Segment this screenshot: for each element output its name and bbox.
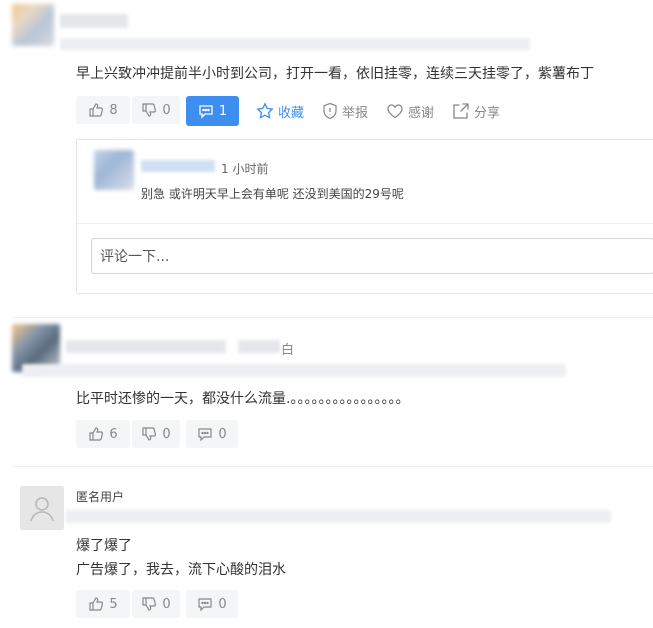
dislike-button[interactable]: 0 — [132, 420, 180, 448]
like-count: 6 — [109, 426, 118, 442]
reply-count: 0 — [218, 596, 227, 612]
shield-icon — [323, 102, 337, 120]
dislike-button[interactable]: 0 — [132, 96, 180, 124]
username-redacted — [60, 14, 128, 28]
comment-text: 早上兴致冲冲提前半小时到公司，打开一看，依旧挂零，连续三天挂零了，紫薯布丁 — [76, 66, 594, 82]
reply-toggle-button[interactable]: 1 — [186, 96, 239, 126]
reply-count: 0 — [218, 426, 227, 442]
comment-bubble-icon — [198, 598, 212, 612]
thumbs-up-icon — [89, 427, 104, 441]
like-button[interactable]: 6 — [76, 420, 130, 448]
reply-divider — [77, 223, 653, 224]
favorite-button[interactable]: 收藏 — [256, 97, 304, 125]
heart-icon — [387, 104, 403, 119]
username-redacted — [238, 340, 280, 353]
reply-text: 别急 或许明天早上会有单呢 还没到美国的29号呢 — [141, 187, 404, 201]
like-button[interactable]: 8 — [76, 96, 130, 124]
author-name: 匿名用户 — [76, 490, 125, 504]
reply-time: 1 小时前 — [221, 162, 269, 176]
comment-text-line: 广告爆了，我去，流下心酸的泪水 — [76, 562, 286, 578]
user-meta-redacted — [66, 510, 611, 523]
reply-toggle-button[interactable]: 0 — [186, 420, 238, 448]
reply-avatar[interactable] — [94, 150, 134, 190]
thumbs-up-icon — [89, 103, 104, 117]
report-button[interactable]: 举报 — [322, 97, 368, 125]
username-redacted — [66, 340, 226, 353]
thumbs-down-icon — [142, 597, 157, 611]
star-icon — [256, 102, 274, 119]
reply-input[interactable]: 评论一下... — [91, 238, 653, 274]
share-button[interactable]: 分享 — [452, 97, 500, 125]
avatar[interactable] — [12, 4, 54, 46]
reply-toggle-button[interactable]: 0 — [186, 590, 238, 618]
favorite-label: 收藏 — [278, 105, 305, 121]
user-meta-redacted — [22, 364, 566, 377]
thumbs-down-icon — [142, 103, 157, 117]
avatar[interactable] — [20, 486, 64, 530]
like-count: 5 — [109, 596, 118, 612]
reply-username-redacted — [141, 160, 215, 172]
comment-divider — [12, 317, 653, 318]
dislike-count: 0 — [162, 426, 171, 442]
comment-bubble-icon — [198, 428, 212, 442]
share-label: 分享 — [474, 105, 501, 121]
like-button[interactable]: 5 — [76, 590, 130, 618]
comment-divider — [12, 466, 653, 467]
share-icon — [453, 103, 469, 119]
thumbs-down-icon — [142, 427, 157, 441]
thumbs-up-icon — [89, 597, 104, 611]
user-meta-redacted — [60, 38, 530, 50]
reply-count: 1 — [218, 103, 228, 119]
comment-text: 比平时还惨的一天，都没什么流量.。。。。。。。。。。。。。。。。 — [76, 391, 410, 407]
like-count: 8 — [109, 102, 118, 118]
username-suffix: 白 — [281, 343, 295, 358]
dislike-button[interactable]: 0 — [132, 590, 180, 618]
dislike-count: 0 — [162, 596, 171, 612]
reply-panel: 1 小时前 别急 或许明天早上会有单呢 还没到美国的29号呢 评论一下... — [76, 139, 653, 294]
thanks-label: 感谢 — [408, 105, 435, 121]
dislike-count: 0 — [162, 102, 171, 118]
thanks-button[interactable]: 感谢 — [386, 97, 434, 125]
comment-bubble-icon — [199, 105, 213, 119]
report-label: 举报 — [342, 105, 369, 121]
comment-text-line: 爆了爆了 — [76, 538, 132, 554]
user-silhouette-icon — [30, 497, 54, 522]
